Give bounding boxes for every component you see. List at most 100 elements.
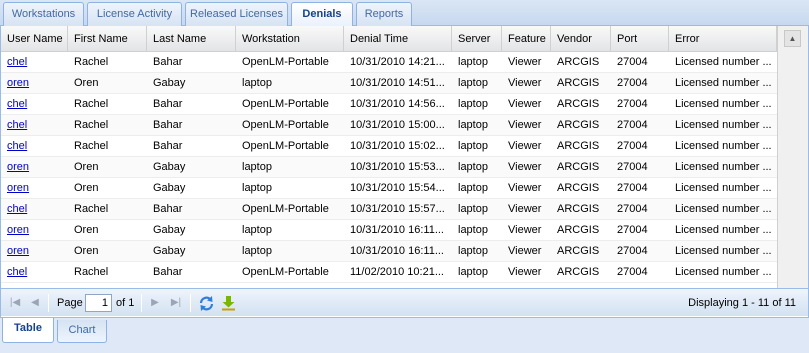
- top-tab-bar: Workstations License Activity Released L…: [0, 0, 809, 27]
- cell-workstation: laptop: [242, 161, 272, 173]
- tab-chart[interactable]: Chart: [57, 320, 107, 343]
- column-header-vendor[interactable]: Vendor: [551, 26, 611, 52]
- tab-workstations[interactable]: Workstations: [3, 2, 84, 26]
- user-name-link[interactable]: oren: [7, 245, 29, 257]
- column-header-denial-time[interactable]: Denial Time: [344, 26, 452, 52]
- table-row[interactable]: chel Rachel Bahar OpenLM-Portable 10/31/2010…: [1, 52, 777, 73]
- cell-denial-time: 10/31/2010 14:56...: [350, 98, 445, 110]
- table-row[interactable]: oren Oren Gabay laptop 10/31/2010 16:11... la…: [1, 220, 777, 241]
- cell-workstation: laptop: [242, 224, 272, 236]
- table-row[interactable]: chel Rachel Bahar OpenLM-Portable 10/31/2010…: [1, 199, 777, 220]
- cell-error: Licensed number ...: [675, 98, 772, 110]
- cell-last-name: Bahar: [153, 98, 183, 110]
- cell-error: Licensed number ...: [675, 119, 772, 131]
- column-header-workstation[interactable]: Workstation: [236, 26, 344, 52]
- cell-first-name: Oren: [74, 77, 99, 89]
- cell-vendor: ARCGIS: [557, 98, 600, 110]
- table-row[interactable]: chel Rachel Bahar OpenLM-Portable 10/31/2010…: [1, 94, 777, 115]
- page-label: Page: [57, 297, 83, 309]
- cell-last-name: Bahar: [153, 140, 183, 152]
- tab-table[interactable]: Table: [2, 318, 54, 343]
- table-row[interactable]: chel Rachel Bahar OpenLM-Portable 11/02/2010…: [1, 262, 777, 283]
- cell-vendor: ARCGIS: [557, 77, 600, 89]
- cell-error: Licensed number ...: [675, 203, 772, 215]
- table-row[interactable]: oren Oren Gabay laptop 10/31/2010 15:53... la…: [1, 157, 777, 178]
- table-row[interactable]: oren Oren Gabay laptop 10/31/2010 14:51... la…: [1, 73, 777, 94]
- table-row[interactable]: chel Rachel Bahar OpenLM-Portable 10/31/2010…: [1, 136, 777, 157]
- cell-denial-time: 10/31/2010 15:57...: [350, 203, 445, 215]
- cell-feature: Viewer: [508, 266, 542, 278]
- cell-feature: Viewer: [508, 56, 542, 68]
- cell-server: laptop: [458, 77, 488, 89]
- column-header-first-name[interactable]: First Name: [68, 26, 147, 52]
- tab-denials[interactable]: Denials: [291, 2, 353, 27]
- cell-feature: Viewer: [508, 98, 542, 110]
- cell-port: 27004: [617, 119, 648, 131]
- cell-first-name: Rachel: [74, 140, 109, 152]
- export-download-icon[interactable]: [221, 295, 236, 311]
- cell-error: Licensed number ...: [675, 182, 772, 194]
- cell-denial-time: 10/31/2010 15:00...: [350, 119, 445, 131]
- cell-user-name: chel: [1, 262, 68, 282]
- cell-error: Licensed number ...: [675, 161, 772, 173]
- user-name-link[interactable]: oren: [7, 224, 29, 236]
- cell-server: laptop: [458, 140, 488, 152]
- user-name-link[interactable]: chel: [7, 98, 27, 110]
- cell-user-name: chel: [1, 94, 68, 114]
- cell-vendor: ARCGIS: [557, 224, 600, 236]
- table-row[interactable]: oren Oren Gabay laptop 10/31/2010 15:54... la…: [1, 178, 777, 199]
- refresh-icon[interactable]: [198, 295, 215, 312]
- table-row[interactable]: chel Rachel Bahar OpenLM-Portable 10/31/2010…: [1, 115, 777, 136]
- table-row[interactable]: oren Oren Gabay laptop 10/31/2010 16:11... la…: [1, 241, 777, 262]
- cell-error: Licensed number ...: [675, 77, 772, 89]
- last-page-icon[interactable]: ▶|: [168, 295, 184, 311]
- user-name-link[interactable]: oren: [7, 182, 29, 194]
- cell-denial-time: 10/31/2010 15:53...: [350, 161, 445, 173]
- cell-workstation: laptop: [242, 182, 272, 194]
- cell-port: 27004: [617, 182, 648, 194]
- cell-denial-time: 10/31/2010 16:11...: [350, 245, 444, 257]
- user-name-link[interactable]: chel: [7, 140, 27, 152]
- cell-vendor: ARCGIS: [557, 245, 600, 257]
- prev-page-icon[interactable]: ◀: [27, 295, 43, 311]
- column-header-server[interactable]: Server: [452, 26, 502, 52]
- column-header-error[interactable]: Error: [669, 26, 777, 52]
- page-count-label: of 1: [116, 297, 135, 309]
- column-header-last-name[interactable]: Last Name: [147, 26, 236, 52]
- cell-user-name: oren: [1, 157, 68, 177]
- tab-released-licenses[interactable]: Released Licenses: [185, 2, 288, 26]
- vertical-scrollbar[interactable]: ▲: [777, 26, 808, 288]
- cell-feature: Viewer: [508, 77, 542, 89]
- cell-first-name: Rachel: [74, 266, 109, 278]
- cell-first-name: Rachel: [74, 203, 109, 215]
- cell-port: 27004: [617, 266, 648, 278]
- user-name-link[interactable]: chel: [7, 203, 27, 215]
- cell-workstation: OpenLM-Portable: [242, 56, 329, 68]
- cell-port: 27004: [617, 203, 648, 215]
- user-name-link[interactable]: chel: [7, 266, 27, 278]
- user-name-link[interactable]: oren: [7, 77, 29, 89]
- page-number-input[interactable]: [85, 294, 112, 312]
- cell-vendor: ARCGIS: [557, 56, 600, 68]
- tab-license-activity[interactable]: License Activity: [87, 2, 182, 26]
- grid-body: chel Rachel Bahar OpenLM-Portable 10/31/2010…: [1, 52, 777, 288]
- cell-feature: Viewer: [508, 224, 542, 236]
- cell-feature: Viewer: [508, 161, 542, 173]
- column-header-feature[interactable]: Feature: [502, 26, 551, 52]
- cell-server: laptop: [458, 161, 488, 173]
- cell-user-name: oren: [1, 220, 68, 240]
- column-header-port[interactable]: Port: [611, 26, 669, 52]
- cell-first-name: Oren: [74, 245, 99, 257]
- user-name-link[interactable]: chel: [7, 56, 27, 68]
- user-name-link[interactable]: oren: [7, 161, 29, 173]
- next-page-icon[interactable]: ▶: [147, 295, 163, 311]
- tab-reports[interactable]: Reports: [356, 2, 412, 26]
- cell-denial-time: 10/31/2010 14:51...: [350, 77, 445, 89]
- column-header-user-name[interactable]: User Name: [1, 26, 68, 52]
- denials-grid-panel: User Name First Name Last Name Workstation D…: [0, 26, 809, 317]
- first-page-icon[interactable]: |◀: [7, 295, 23, 311]
- user-name-link[interactable]: chel: [7, 119, 27, 131]
- separator: [141, 294, 142, 312]
- view-tab-bar: Table Chart: [0, 317, 809, 353]
- scroll-up-icon[interactable]: ▲: [784, 30, 801, 47]
